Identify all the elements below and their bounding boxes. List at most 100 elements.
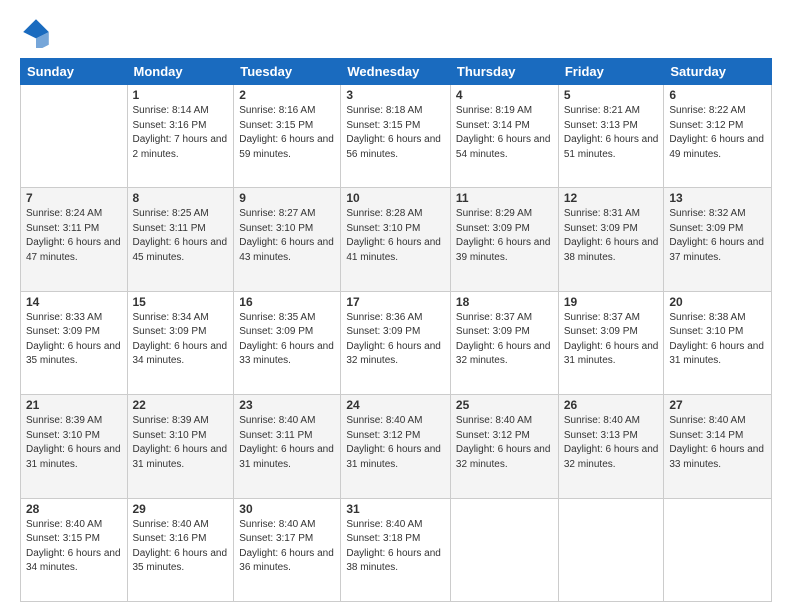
day-info: Sunrise: 8:32 AMSunset: 3:09 PMDaylight:…: [669, 207, 766, 265]
day-cell: 19 Sunrise: 8:37 AMSunset: 3:09 PMDayligh…: [558, 291, 664, 394]
day-cell: 31 Sunrise: 8:40 AMSunset: 3:18 PMDayligh…: [341, 498, 451, 601]
logo-icon: [20, 16, 52, 48]
day-info: Sunrise: 8:35 AMSunset: 3:09 PMDaylight:…: [239, 311, 335, 369]
day-info: Sunrise: 8:33 AMSunset: 3:09 PMDaylight:…: [26, 311, 122, 369]
day-cell: 6 Sunrise: 8:22 AMSunset: 3:12 PMDaylight…: [664, 85, 772, 188]
day-number: 28: [26, 502, 122, 516]
day-cell: 23 Sunrise: 8:40 AMSunset: 3:11 PMDayligh…: [234, 395, 341, 498]
day-info: Sunrise: 8:16 AMSunset: 3:15 PMDaylight:…: [239, 104, 335, 162]
day-number: 24: [346, 398, 445, 412]
day-number: 15: [133, 295, 229, 309]
day-info: Sunrise: 8:40 AMSunset: 3:18 PMDaylight:…: [346, 518, 445, 576]
day-cell: 10 Sunrise: 8:28 AMSunset: 3:10 PMDayligh…: [341, 188, 451, 291]
day-number: 11: [456, 191, 553, 205]
logo: [20, 16, 56, 48]
day-cell: 26Sunrise: 8:40 AMSunset: 3:13 PMDayligh…: [558, 395, 664, 498]
col-header-friday: Friday: [558, 59, 664, 85]
day-cell: 27Sunrise: 8:40 AMSunset: 3:14 PMDayligh…: [664, 395, 772, 498]
day-number: 20: [669, 295, 766, 309]
day-info: Sunrise: 8:21 AMSunset: 3:13 PMDaylight:…: [564, 104, 659, 162]
calendar-table: SundayMondayTuesdayWednesdayThursdayFrid…: [20, 58, 772, 602]
day-cell: 5 Sunrise: 8:21 AMSunset: 3:13 PMDaylight…: [558, 85, 664, 188]
day-number: 2: [239, 88, 335, 102]
day-number: 19: [564, 295, 659, 309]
day-number: 13: [669, 191, 766, 205]
day-cell: 11 Sunrise: 8:29 AMSunset: 3:09 PMDayligh…: [450, 188, 558, 291]
day-cell: 24 Sunrise: 8:40 AMSunset: 3:12 PMDayligh…: [341, 395, 451, 498]
week-row-4: 21 Sunrise: 8:39 AMSunset: 3:10 PMDayligh…: [21, 395, 772, 498]
day-cell: 14 Sunrise: 8:33 AMSunset: 3:09 PMDayligh…: [21, 291, 128, 394]
col-header-tuesday: Tuesday: [234, 59, 341, 85]
day-cell: 30 Sunrise: 8:40 AMSunset: 3:17 PMDayligh…: [234, 498, 341, 601]
day-cell: 16Sunrise: 8:35 AMSunset: 3:09 PMDayligh…: [234, 291, 341, 394]
header: [20, 16, 772, 48]
day-cell: [450, 498, 558, 601]
day-info: Sunrise: 8:40 AMSunset: 3:15 PMDaylight:…: [26, 518, 122, 576]
day-number: 1: [133, 88, 229, 102]
day-cell: 28 Sunrise: 8:40 AMSunset: 3:15 PMDayligh…: [21, 498, 128, 601]
day-cell: 1 Sunrise: 8:14 AMSunset: 3:16 PMDaylight…: [127, 85, 234, 188]
day-info: Sunrise: 8:22 AMSunset: 3:12 PMDaylight:…: [669, 104, 766, 162]
day-info: Sunrise: 8:40 AMSunset: 3:12 PMDaylight:…: [346, 414, 445, 472]
day-cell: 9 Sunrise: 8:27 AMSunset: 3:10 PMDaylight…: [234, 188, 341, 291]
day-number: 18: [456, 295, 553, 309]
col-header-thursday: Thursday: [450, 59, 558, 85]
week-row-1: 1 Sunrise: 8:14 AMSunset: 3:16 PMDaylight…: [21, 85, 772, 188]
day-number: 4: [456, 88, 553, 102]
day-number: 5: [564, 88, 659, 102]
day-info: Sunrise: 8:24 AMSunset: 3:11 PMDaylight:…: [26, 207, 122, 265]
day-cell: 25Sunrise: 8:40 AMSunset: 3:12 PMDayligh…: [450, 395, 558, 498]
day-info: Sunrise: 8:40 AMSunset: 3:11 PMDaylight:…: [239, 414, 335, 472]
day-info: Sunrise: 8:14 AMSunset: 3:16 PMDaylight:…: [133, 104, 229, 162]
day-cell: 12 Sunrise: 8:31 AMSunset: 3:09 PMDayligh…: [558, 188, 664, 291]
day-number: 12: [564, 191, 659, 205]
day-cell: 3 Sunrise: 8:18 AMSunset: 3:15 PMDaylight…: [341, 85, 451, 188]
day-info: Sunrise: 8:28 AMSunset: 3:10 PMDaylight:…: [346, 207, 445, 265]
day-cell: 18 Sunrise: 8:37 AMSunset: 3:09 PMDayligh…: [450, 291, 558, 394]
day-info: Sunrise: 8:25 AMSunset: 3:11 PMDaylight:…: [133, 207, 229, 265]
day-number: 3: [346, 88, 445, 102]
day-cell: 7 Sunrise: 8:24 AMSunset: 3:11 PMDaylight…: [21, 188, 128, 291]
day-info: Sunrise: 8:40 AMSunset: 3:17 PMDaylight:…: [239, 518, 335, 576]
day-cell: 15 Sunrise: 8:34 AMSunset: 3:09 PMDayligh…: [127, 291, 234, 394]
day-info: Sunrise: 8:34 AMSunset: 3:09 PMDaylight:…: [133, 311, 229, 369]
day-number: 27: [669, 398, 766, 412]
day-cell: 4 Sunrise: 8:19 AMSunset: 3:14 PMDaylight…: [450, 85, 558, 188]
day-info: Sunrise: 8:27 AMSunset: 3:10 PMDaylight:…: [239, 207, 335, 265]
day-number: 9: [239, 191, 335, 205]
day-number: 8: [133, 191, 229, 205]
day-number: 21: [26, 398, 122, 412]
day-cell: 17Sunrise: 8:36 AMSunset: 3:09 PMDayligh…: [341, 291, 451, 394]
day-number: 30: [239, 502, 335, 516]
day-info: Sunrise: 8:40 AMSunset: 3:16 PMDaylight:…: [133, 518, 229, 576]
day-info: Sunrise: 8:36 AMSunset: 3:09 PMDaylight:…: [346, 311, 445, 369]
day-cell: 20 Sunrise: 8:38 AMSunset: 3:10 PMDayligh…: [664, 291, 772, 394]
day-number: 26: [564, 398, 659, 412]
day-info: Sunrise: 8:37 AMSunset: 3:09 PMDaylight:…: [456, 311, 553, 369]
day-number: 10: [346, 191, 445, 205]
day-number: 14: [26, 295, 122, 309]
day-cell: 13 Sunrise: 8:32 AMSunset: 3:09 PMDayligh…: [664, 188, 772, 291]
col-header-monday: Monday: [127, 59, 234, 85]
day-cell: 22Sunrise: 8:39 AMSunset: 3:10 PMDayligh…: [127, 395, 234, 498]
day-info: Sunrise: 8:39 AMSunset: 3:10 PMDaylight:…: [26, 414, 122, 472]
day-number: 31: [346, 502, 445, 516]
day-info: Sunrise: 8:37 AMSunset: 3:09 PMDaylight:…: [564, 311, 659, 369]
day-number: 7: [26, 191, 122, 205]
day-number: 6: [669, 88, 766, 102]
col-header-saturday: Saturday: [664, 59, 772, 85]
week-row-5: 28 Sunrise: 8:40 AMSunset: 3:15 PMDayligh…: [21, 498, 772, 601]
day-info: Sunrise: 8:18 AMSunset: 3:15 PMDaylight:…: [346, 104, 445, 162]
page: SundayMondayTuesdayWednesdayThursdayFrid…: [0, 0, 792, 612]
col-header-sunday: Sunday: [21, 59, 128, 85]
col-header-wednesday: Wednesday: [341, 59, 451, 85]
day-info: Sunrise: 8:31 AMSunset: 3:09 PMDaylight:…: [564, 207, 659, 265]
day-number: 29: [133, 502, 229, 516]
day-cell: 21 Sunrise: 8:39 AMSunset: 3:10 PMDayligh…: [21, 395, 128, 498]
day-info: Sunrise: 8:38 AMSunset: 3:10 PMDaylight:…: [669, 311, 766, 369]
day-number: 23: [239, 398, 335, 412]
day-info: Sunrise: 8:29 AMSunset: 3:09 PMDaylight:…: [456, 207, 553, 265]
day-cell: [21, 85, 128, 188]
day-number: 25: [456, 398, 553, 412]
day-info: Sunrise: 8:19 AMSunset: 3:14 PMDaylight:…: [456, 104, 553, 162]
